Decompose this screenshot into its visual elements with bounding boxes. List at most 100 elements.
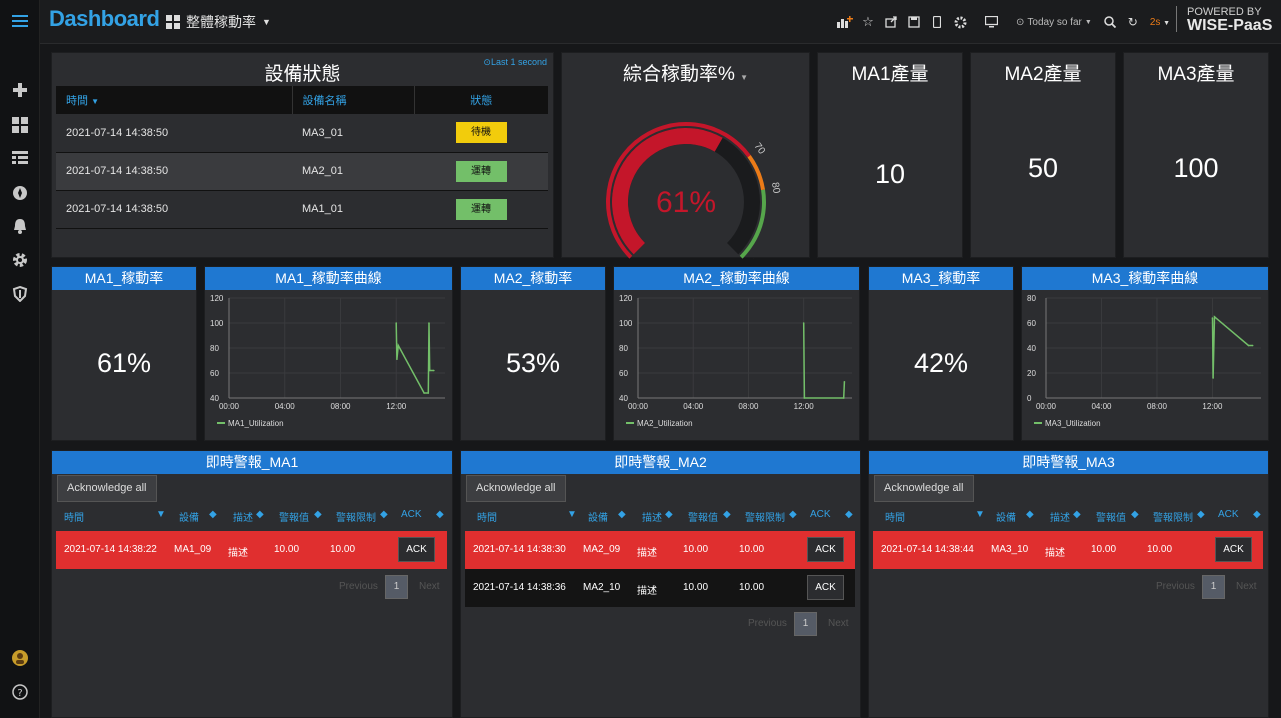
column-header-device[interactable]: 設備 (179, 509, 199, 524)
previous-page-link[interactable]: Previous (1156, 581, 1195, 592)
column-header-value[interactable]: 警報值 (1096, 509, 1126, 524)
legend-label: MA2_Utilization (637, 419, 693, 428)
bell-icon[interactable] (8, 214, 32, 238)
save-icon[interactable] (904, 12, 924, 32)
column-header-limit[interactable]: 警報限制 (1153, 509, 1193, 524)
gauge-title[interactable]: 綜合稼動率% ▼ (562, 53, 809, 86)
y-tick-label: 100 (210, 319, 224, 328)
column-header-device[interactable]: 設備 (588, 509, 608, 524)
sort-icon: ▼ (156, 509, 166, 520)
y-tick-label: 80 (1027, 294, 1036, 303)
mobile-icon[interactable] (927, 12, 947, 32)
brand-title[interactable]: Dashboard (49, 6, 160, 32)
sort-icon: ◆ (665, 509, 673, 520)
dashboard-picker[interactable]: 整體稼動率 ▼ (166, 12, 271, 32)
column-header-limit[interactable]: 警報限制 (336, 509, 376, 524)
refresh-interval-picker[interactable]: 2s ▼ (1150, 17, 1170, 28)
gauge-title-label: 綜合稼動率% (622, 64, 735, 85)
equipment-status-panel: 設備狀態 ⊙Last 1 second 時間 ▼ 設備名稱 狀態 2021-07… (51, 52, 554, 258)
dashboards-icon[interactable] (8, 113, 32, 137)
ack-button[interactable]: ACK (1215, 537, 1252, 562)
row-device: MA1_01 (292, 190, 414, 229)
shield-icon[interactable] (8, 282, 32, 306)
help-icon[interactable]: ? (8, 680, 32, 704)
ma1-utilization-panel: MA1_稼動率 61% (51, 266, 197, 441)
ma3-utilization-chart-panel: MA3_稼動率曲線 0 20 40 60 80 00:00 04:00 08:00 12:00 M… (1021, 266, 1269, 441)
acknowledge-all-button[interactable]: Acknowledge all (466, 475, 566, 502)
data-point (428, 322, 430, 324)
column-header-desc[interactable]: 描述 (233, 509, 253, 524)
x-tick-label: 04:00 (275, 402, 296, 411)
output-value: 100 (1173, 153, 1219, 183)
acknowledge-all-button[interactable]: Acknowledge all (874, 475, 974, 502)
column-header-time[interactable]: 時間 (885, 509, 905, 524)
column-header-status[interactable]: 狀態 (414, 86, 548, 114)
column-header-device[interactable]: 設備名稱 (292, 86, 415, 114)
column-header-ack[interactable]: ACK (810, 509, 831, 520)
acknowledge-all-button[interactable]: Acknowledge all (57, 475, 157, 502)
column-header-time[interactable]: 時間 (477, 509, 497, 524)
column-header-ack[interactable]: ACK (401, 509, 422, 520)
list-icon[interactable] (8, 147, 32, 171)
add-panel-icon[interactable] (835, 12, 855, 32)
alarm-row: 2021-07-14 14:38:44 MA3_10 描述 10.00 10.0… (873, 531, 1263, 569)
user-avatar[interactable] (8, 646, 32, 670)
alarm-desc: 描述 (637, 548, 657, 559)
page-number[interactable]: 1 (1202, 575, 1225, 599)
star-icon[interactable]: ☆ (858, 12, 878, 32)
gauge-tick-label: 80 (769, 181, 782, 194)
next-page-link[interactable]: Next (828, 618, 849, 629)
page-number[interactable]: 1 (794, 612, 817, 636)
ack-button[interactable]: ACK (807, 537, 844, 562)
status-badge: 運轉 (455, 160, 507, 182)
column-header-time[interactable]: 時間 (64, 509, 84, 524)
plus-icon[interactable] (8, 78, 32, 102)
data-point (842, 397, 845, 399)
page-number[interactable]: 1 (385, 575, 408, 599)
last-updated-info: ⊙Last 1 second (483, 57, 547, 68)
column-header-value[interactable]: 警報值 (688, 509, 718, 524)
ma1-alarm-panel: 即時警報_MA1 Acknowledge all 時間 ▼ 設備 ◆ 描述 ◆ … (51, 450, 453, 718)
sort-icon: ◆ (314, 509, 322, 520)
legend-label: MA3_Utilization (1045, 419, 1101, 428)
output-value: 10 (874, 159, 906, 189)
time-range-picker[interactable]: ⊙ Today so far ▼ (1016, 17, 1092, 28)
panel-title: MA2_稼動率曲線 (614, 267, 859, 290)
y-tick-label: 40 (1027, 344, 1036, 353)
menu-icon[interactable] (8, 9, 32, 33)
ack-button[interactable]: ACK (398, 537, 435, 562)
next-page-link[interactable]: Next (1236, 581, 1257, 592)
gear-icon[interactable] (8, 248, 32, 272)
settings-gear-icon[interactable] (950, 12, 970, 32)
alarm-table-header: 時間 ▼ 設備 ◆ 描述 ◆ 警報值 ◆ 警報限制 ◆ ACK ◆ (465, 509, 856, 525)
column-header-limit[interactable]: 警報限制 (745, 509, 785, 524)
data-point (1251, 344, 1254, 347)
next-page-link[interactable]: Next (419, 581, 440, 592)
zoom-out-icon[interactable] (1100, 12, 1120, 32)
previous-page-link[interactable]: Previous (748, 618, 787, 629)
caret-down-icon: ▼ (740, 73, 749, 82)
utilization-value: 53% (505, 348, 561, 378)
column-header-time[interactable]: 時間 ▼ (56, 86, 293, 114)
refresh-icon[interactable]: ↻ (1123, 12, 1143, 32)
alarm-limit: 10.00 (739, 544, 765, 555)
table-row: 2021-07-14 14:38:50 MA2_01 運轉 (56, 152, 548, 191)
ma3-output-panel: MA3產量 100 (1123, 52, 1269, 258)
tv-mode-icon[interactable] (981, 12, 1001, 32)
sort-icon: ◆ (723, 509, 731, 520)
column-header-value[interactable]: 警報值 (279, 509, 309, 524)
data-point (1213, 315, 1216, 318)
table-row: 2021-07-14 14:38:50 MA1_01 運轉 (56, 190, 548, 229)
column-header-desc[interactable]: 描述 (1050, 509, 1070, 524)
data-point (428, 369, 431, 372)
ack-button[interactable]: ACK (807, 575, 844, 600)
column-header-device[interactable]: 設備 (996, 509, 1016, 524)
explore-icon[interactable] (8, 181, 32, 205)
sort-icon: ◆ (845, 509, 853, 520)
previous-page-link[interactable]: Previous (339, 581, 378, 592)
column-header-ack[interactable]: ACK (1218, 509, 1239, 520)
sort-icon: ▼ (975, 509, 985, 520)
share-icon[interactable] (881, 12, 901, 32)
column-header-desc[interactable]: 描述 (642, 509, 662, 524)
alarm-limit: 10.00 (1147, 544, 1173, 555)
